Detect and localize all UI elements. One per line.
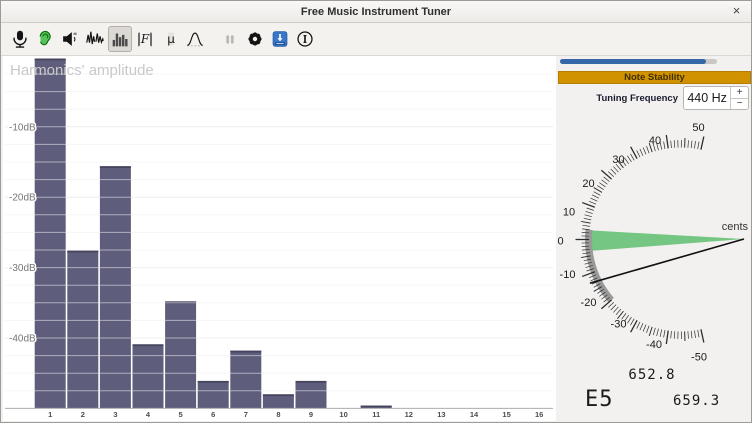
stability-progress [560, 59, 717, 64]
svg-text:8: 8 [276, 410, 280, 419]
svg-text:10: 10 [563, 207, 575, 219]
microphone-button[interactable] [8, 26, 32, 52]
svg-text:-30: -30 [611, 319, 627, 331]
svg-text:11: 11 [372, 410, 380, 419]
gear-icon [244, 28, 266, 50]
listen-button[interactable] [33, 26, 57, 52]
pause-icon [219, 28, 241, 50]
waveform-icon [84, 28, 106, 50]
pause-button[interactable] [218, 26, 242, 52]
svg-text:|F|: |F| [137, 32, 153, 47]
svg-text:-20: -20 [581, 297, 597, 309]
harmonics-view-button[interactable] [108, 26, 132, 52]
tuning-frequency-label: Tuning Frequency [557, 87, 678, 110]
note-target-frequency: 659.3 [673, 393, 720, 409]
tuning-decrease-button[interactable]: − [731, 99, 748, 109]
svg-text:6: 6 [211, 410, 215, 419]
fourier-view-button[interactable]: |F| [133, 26, 157, 52]
titlebar: Free Music Instrument Tuner × [1, 1, 751, 23]
window-title: Free Music Instrument Tuner [1, 1, 751, 23]
close-button[interactable]: × [728, 3, 745, 20]
speaker-icon [59, 28, 81, 50]
bell-curve-icon [183, 28, 207, 50]
svg-text:2: 2 [81, 410, 85, 419]
fourier-icon: |F| [133, 28, 157, 50]
cents-gauge: 0 10 20 30 40 50 -10 -20 -30 -40 -50 cents [557, 113, 752, 363]
harmonics-chart-svg: -10dB-20dB-30dB-40dB12345678910111213141… [3, 56, 556, 421]
tuning-frequency-spinbox[interactable]: 440 Hz + − [683, 86, 749, 110]
waveform-button[interactable] [83, 26, 107, 52]
svg-text:Harmonics' amplitude: Harmonics' amplitude [10, 62, 154, 79]
svg-text:5: 5 [179, 410, 183, 419]
microphone-icon [9, 28, 31, 50]
svg-text:cents: cents [722, 221, 749, 233]
svg-text:13: 13 [437, 410, 445, 419]
record-button[interactable] [268, 26, 292, 52]
toolbar: |F| μ [1, 23, 751, 56]
gaussian-view-button[interactable] [183, 26, 207, 52]
svg-text:-50: -50 [691, 352, 707, 364]
svg-text:20: 20 [582, 178, 594, 190]
app-window: Free Music Instrument Tuner × [0, 0, 752, 423]
svg-text:-10: -10 [560, 269, 576, 281]
svg-text:12: 12 [405, 410, 413, 419]
svg-text:30: 30 [612, 154, 624, 166]
svg-text:14: 14 [470, 410, 479, 419]
measured-frequency: 652.8 [607, 367, 697, 383]
histogram-icon [109, 28, 131, 50]
svg-text:7: 7 [244, 410, 248, 419]
svg-text:-10dB: -10dB [9, 122, 36, 133]
stability-progress-fill [560, 59, 706, 64]
note-stability-indicator: Note Stability [558, 71, 751, 84]
svg-text:50: 50 [692, 122, 704, 134]
svg-text:15: 15 [502, 410, 510, 419]
tuner-panel: Note Stability Tuning Frequency 440 Hz +… [557, 56, 752, 421]
statistics-view-button[interactable]: μ [159, 26, 183, 52]
info-icon [294, 28, 316, 50]
svg-text:4: 4 [146, 410, 151, 419]
svg-text:-40: -40 [646, 339, 662, 351]
svg-text:16: 16 [535, 410, 543, 419]
svg-text:3: 3 [113, 410, 117, 419]
ear-icon [34, 28, 56, 50]
tuning-frequency-value[interactable]: 440 Hz [684, 87, 730, 109]
svg-text:-20dB: -20dB [9, 193, 36, 204]
svg-text:-40dB: -40dB [9, 334, 36, 345]
harmonics-chart: -10dB-20dB-30dB-40dB12345678910111213141… [3, 56, 556, 421]
about-button[interactable] [293, 26, 317, 52]
svg-text:μ: μ [167, 32, 175, 46]
save-record-icon [269, 28, 291, 50]
svg-text:9: 9 [309, 410, 313, 419]
svg-text:1: 1 [48, 410, 52, 419]
audio-output-button[interactable] [58, 26, 82, 52]
svg-text:-30dB: -30dB [9, 263, 36, 274]
note-name: E5 [585, 387, 614, 412]
svg-text:0: 0 [557, 236, 563, 248]
mu-icon: μ [160, 28, 182, 50]
settings-button[interactable] [243, 26, 267, 52]
svg-text:40: 40 [649, 135, 661, 147]
tuning-frequency-steppers: + − [730, 87, 748, 109]
svg-text:10: 10 [339, 410, 347, 419]
